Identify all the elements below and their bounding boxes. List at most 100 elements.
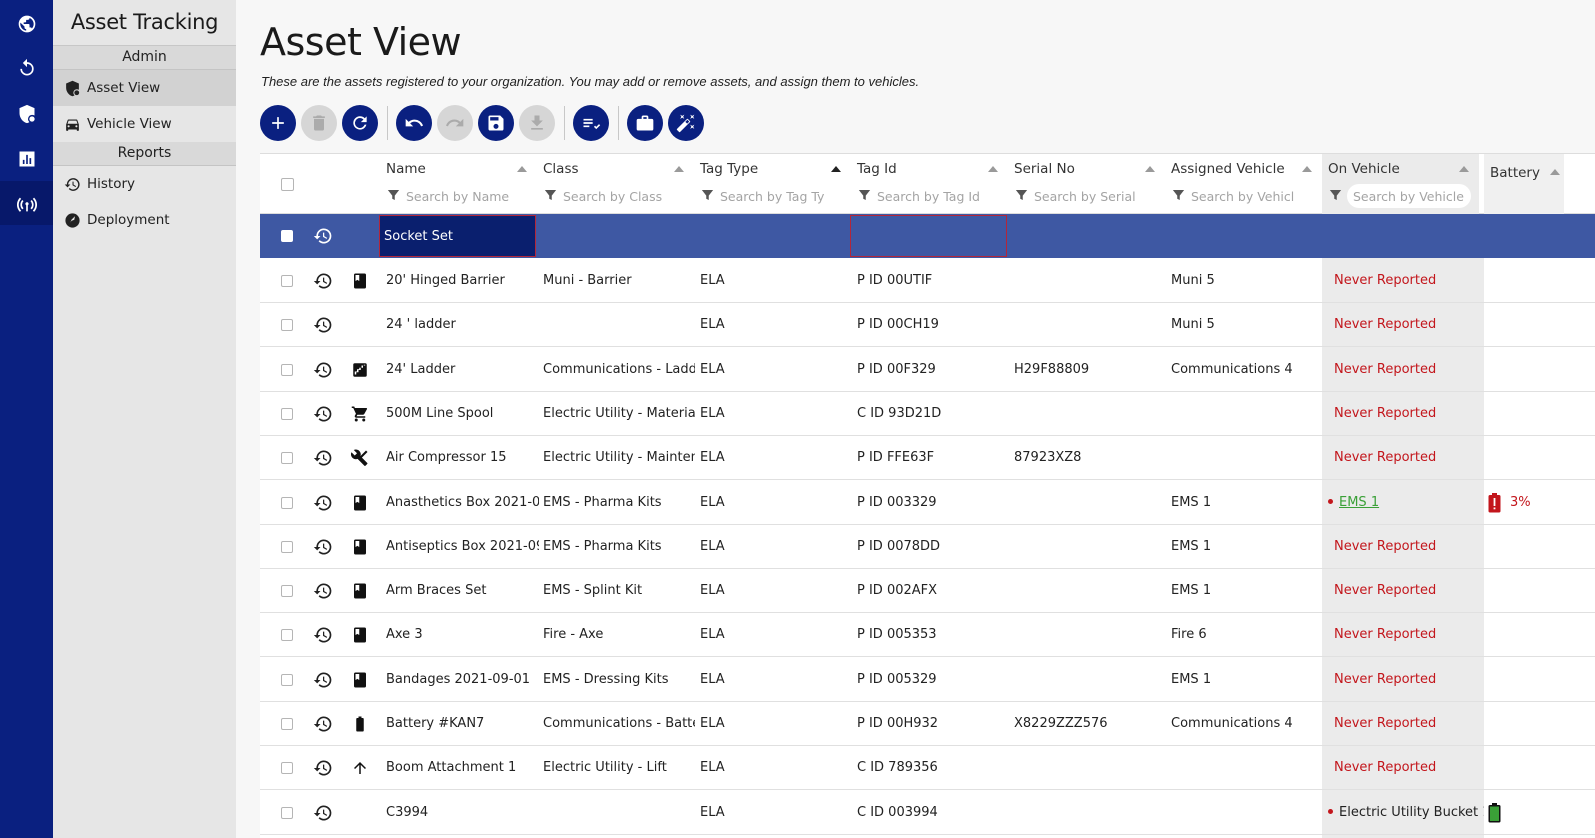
sort-arrow-icon[interactable] [988, 166, 998, 172]
history-icon[interactable] [313, 404, 333, 424]
history-icon[interactable] [313, 803, 333, 823]
filter-icon[interactable] [857, 187, 872, 203]
cell-tag-id[interactable]: P ID 00F329 [857, 348, 1007, 392]
cell-tag-id[interactable]: P ID 003329 [857, 481, 1007, 525]
row-checkbox[interactable] [281, 762, 293, 775]
briefcase-button[interactable] [627, 105, 663, 141]
cell-serial[interactable] [1014, 303, 1164, 347]
cell-tag-type[interactable]: ELA [700, 613, 850, 657]
cell-class[interactable] [543, 791, 695, 835]
cell-name[interactable]: 24 ' ladder [386, 303, 539, 347]
table-row[interactable]: Battery #KAN7Communications - BatteryELA… [260, 702, 1595, 746]
cell-assigned[interactable]: Communications 4 [1171, 348, 1321, 392]
cell-assigned[interactable]: EMS 1 [1171, 569, 1321, 613]
table-row[interactable]: Boom Attachment 1 Electric Utility - Lift… [260, 746, 1595, 791]
cell-class[interactable]: Electric Utility - Maintenan [543, 436, 695, 480]
row-checkbox[interactable] [281, 585, 293, 598]
cell-serial[interactable] [1014, 525, 1164, 569]
row-checkbox[interactable] [281, 275, 293, 287]
cell-name[interactable]: Bandages 2021-09-01 [386, 658, 539, 702]
cell-assigned[interactable] [1171, 791, 1321, 835]
undo-button[interactable] [396, 105, 432, 141]
column-header-battery[interactable]: Battery [1490, 165, 1540, 181]
history-icon[interactable] [313, 537, 333, 557]
redo-button[interactable] [437, 105, 473, 141]
cell-serial[interactable] [1014, 259, 1164, 303]
filter-icon[interactable] [1328, 187, 1343, 203]
cell-class[interactable]: Communications - Ladder [543, 348, 695, 392]
filter-icon[interactable] [543, 187, 558, 203]
table-row[interactable]: C3994 ELA C ID 003994 Electric Utility Buck… [260, 791, 1595, 835]
cell-name[interactable]: 20' Hinged Barrier [386, 259, 539, 303]
sort-arrow-icon[interactable] [1459, 166, 1469, 172]
row-checkbox[interactable] [281, 363, 293, 376]
cell-serial[interactable] [1014, 658, 1164, 702]
search-class-input[interactable] [562, 184, 690, 208]
cell-name[interactable]: Anasthetics Box 2021-09- [386, 481, 539, 525]
cell-tag-id[interactable]: P ID 002AFX [857, 569, 1007, 613]
cell-tag-type[interactable]: ELA [700, 481, 850, 525]
cell-name[interactable]: Antiseptics Box 2021-09-2 [386, 525, 539, 569]
filter-icon[interactable] [386, 187, 401, 203]
cell-name[interactable]: 24' Ladder [386, 348, 539, 392]
row-checkbox[interactable] [281, 496, 293, 509]
history-icon[interactable] [313, 581, 333, 601]
table-row[interactable]: Axe 3 Fire - Axe ELA P ID 005353 Fire 6 Never… [260, 613, 1595, 658]
column-header-serial[interactable]: Serial No [1014, 161, 1075, 177]
row-checkbox[interactable] [281, 319, 293, 332]
cell-name[interactable]: Battery #KAN7 [386, 702, 539, 746]
undo-history-icon[interactable] [0, 46, 53, 90]
nav-item-history[interactable]: History [53, 166, 236, 202]
cell-assigned[interactable] [1171, 392, 1321, 436]
nav-item-vehicle-view[interactable]: Vehicle View [53, 106, 236, 142]
table-row[interactable]: 20' Hinged Barrier Muni - Barrier ELA P ID … [260, 259, 1595, 303]
table-row[interactable]: 24' Ladder Communications - Ladder ELA P ID… [260, 348, 1595, 392]
history-icon[interactable] [313, 271, 333, 291]
sort-arrow-icon[interactable] [674, 166, 684, 172]
shield-gear-icon[interactable] [0, 92, 53, 136]
cell-serial[interactable]: H29F88809 [1014, 348, 1164, 392]
globe-icon[interactable] [0, 2, 53, 46]
cell-class[interactable]: EMS - Pharma Kits [543, 481, 695, 525]
cell-tag-type[interactable]: ELA [700, 303, 850, 347]
cell-class[interactable]: Electric Utility - Lift [543, 746, 695, 790]
column-header-tag-id[interactable]: Tag Id [857, 161, 897, 177]
history-icon[interactable] [313, 360, 333, 380]
cell-assigned[interactable]: Muni 5 [1171, 303, 1321, 347]
table-row[interactable]: 24 ' ladder ELA P ID 00CH19 Muni 5 Never Rep… [260, 303, 1595, 348]
table-row-editing[interactable]: Socket Set [260, 214, 1595, 258]
table-row[interactable]: Bandages 2021-09-01 EMS - Dressing Kits EL… [260, 658, 1595, 702]
cell-class[interactable]: Muni - Barrier [543, 259, 695, 303]
row-checkbox[interactable] [281, 629, 293, 642]
history-icon[interactable] [313, 448, 333, 468]
table-row[interactable]: 500M Line Spool Electric Utility - Materi… [260, 392, 1595, 436]
history-icon[interactable] [313, 758, 333, 778]
table-row[interactable]: Antiseptics Box 2021-09-2EMS - Pharma Ki… [260, 525, 1595, 569]
cell-tag-type[interactable]: ELA [700, 791, 850, 835]
cell-class[interactable]: Communications - Battery [543, 702, 695, 746]
cell-name[interactable]: 500M Line Spool [386, 392, 539, 436]
cell-serial[interactable] [1014, 392, 1164, 436]
search-on-vehicle-input[interactable] [1347, 184, 1471, 208]
sort-arrow-icon[interactable] [831, 166, 841, 172]
row-checkbox[interactable] [281, 718, 293, 730]
sort-arrow-icon[interactable] [1145, 166, 1155, 172]
cell-serial[interactable] [1014, 791, 1164, 835]
search-tag-type-input[interactable] [719, 184, 847, 208]
row-checkbox[interactable] [281, 452, 293, 465]
select-all-checkbox[interactable] [281, 178, 294, 191]
magic-wand-button[interactable] [668, 105, 704, 141]
cell-assigned[interactable] [1171, 436, 1321, 480]
bar-chart-icon[interactable] [0, 137, 53, 181]
history-icon[interactable] [313, 625, 333, 645]
cell-name[interactable]: C3994 [386, 791, 539, 835]
cell-tag-id[interactable]: C ID 789356 [857, 746, 1007, 790]
cell-assigned[interactable]: EMS 1 [1171, 525, 1321, 569]
cell-assigned[interactable]: Muni 5 [1171, 259, 1321, 303]
cell-tag-id[interactable]: P ID 0078DD [857, 525, 1007, 569]
cell-tag-id[interactable]: P ID 00CH19 [857, 303, 1007, 347]
delete-button[interactable] [301, 105, 337, 141]
cell-tag-id[interactable]: C ID 003994 [857, 791, 1007, 835]
filter-icon[interactable] [1014, 187, 1029, 203]
cell-tag-type[interactable]: ELA [700, 525, 850, 569]
